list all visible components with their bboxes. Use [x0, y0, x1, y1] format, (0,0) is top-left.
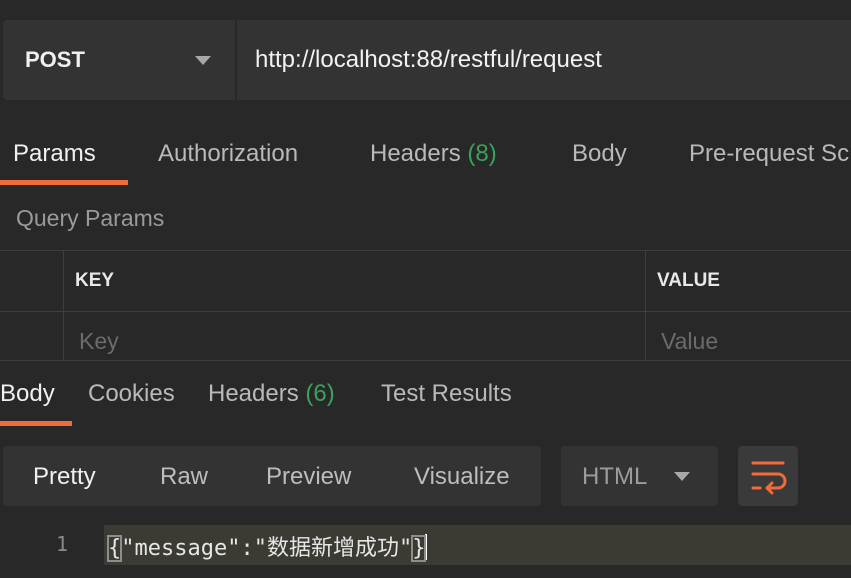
open-brace: {	[106, 535, 123, 562]
response-tab-headers[interactable]: Headers (6)	[208, 380, 335, 408]
table-column-divider	[63, 250, 64, 360]
param-key-input[interactable]: Key	[79, 328, 119, 355]
table-column-divider	[645, 250, 646, 360]
tab-headers-label: Headers	[370, 140, 461, 167]
raw-button[interactable]: Raw	[160, 463, 208, 491]
line-number: 1	[56, 532, 69, 556]
table-border-top	[0, 250, 851, 251]
method-select[interactable]: POST	[3, 20, 235, 100]
format-select-label: HTML	[582, 463, 648, 490]
column-header-key: KEY	[75, 270, 115, 291]
url-input[interactable]: http://localhost:88/restful/request	[255, 20, 602, 100]
tab-params-underline	[0, 180, 128, 185]
preview-button[interactable]: Preview	[266, 463, 351, 491]
chevron-down-icon	[674, 472, 690, 481]
tab-body[interactable]: Body	[572, 140, 627, 168]
response-headers-count-badge: (6)	[305, 380, 335, 407]
response-tab-body[interactable]: Body	[0, 380, 55, 408]
response-code[interactable]: {"message":"数据新增成功"}	[106, 530, 428, 562]
method-label: POST	[25, 47, 85, 72]
tab-authorization[interactable]: Authorization	[158, 140, 298, 168]
column-header-value: VALUE	[657, 270, 720, 291]
response-tab-body-underline	[0, 421, 72, 426]
tab-headers[interactable]: Headers (8)	[370, 140, 497, 168]
close-brace: }	[411, 535, 427, 562]
table-header-border	[0, 311, 851, 312]
wrap-lines-icon	[751, 461, 787, 495]
wrap-lines-button[interactable]	[738, 446, 798, 506]
headers-count-badge: (8)	[467, 140, 497, 167]
response-json: "message":"数据新增成功"	[121, 536, 413, 561]
request-bar: POST http://localhost:88/restful/request	[3, 20, 851, 100]
chevron-down-icon	[195, 56, 211, 65]
query-params-title: Query Params	[16, 205, 165, 231]
visualize-button[interactable]: Visualize	[414, 463, 510, 491]
table-border-bottom	[0, 360, 851, 361]
response-tab-cookies[interactable]: Cookies	[88, 380, 175, 408]
param-value-input[interactable]: Value	[661, 328, 718, 355]
text-cursor	[425, 534, 428, 560]
tab-pre-request-script[interactable]: Pre-request Sc	[689, 140, 849, 168]
response-tab-headers-label: Headers	[208, 380, 299, 407]
tab-params[interactable]: Params	[13, 140, 96, 168]
response-tab-test-results[interactable]: Test Results	[381, 380, 512, 408]
pretty-button[interactable]: Pretty	[33, 463, 96, 491]
divider	[235, 20, 237, 100]
